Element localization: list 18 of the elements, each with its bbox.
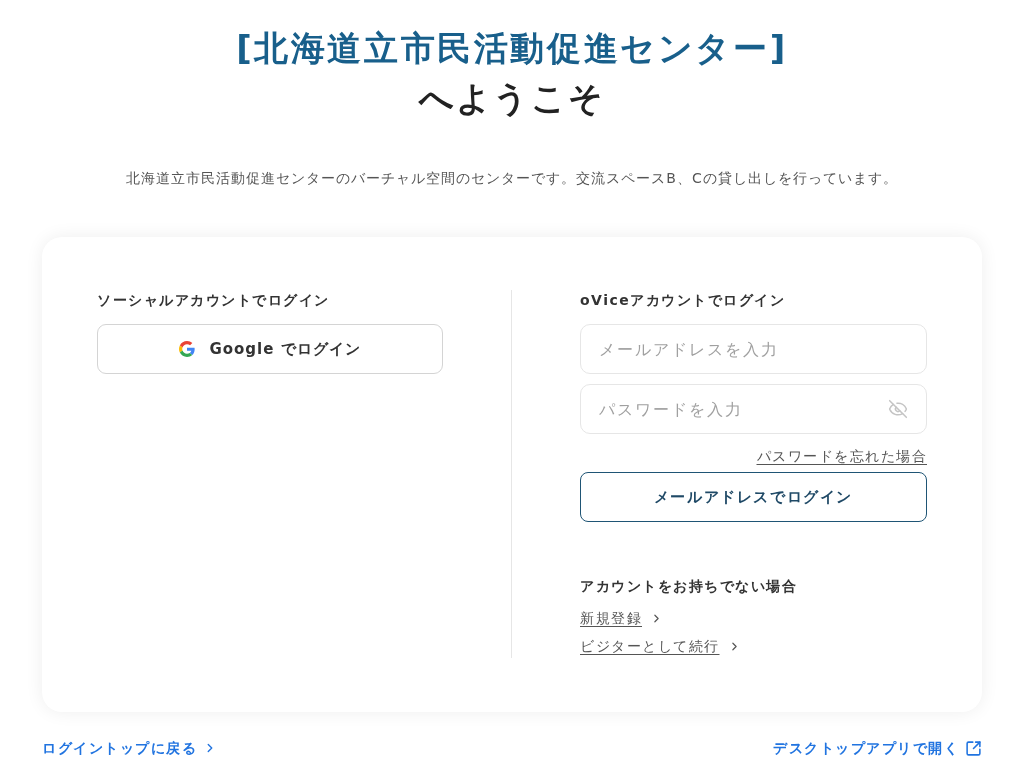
account-option-link[interactable]: 新規登録 bbox=[580, 608, 642, 628]
account-option-link[interactable]: ビジターとして続行 bbox=[580, 636, 720, 656]
open-desktop-app-link[interactable]: デスクトップアプリで開く bbox=[773, 738, 982, 758]
page-title: [北海道立市民活動促進センター] bbox=[236, 27, 788, 70]
eye-slash-icon[interactable] bbox=[888, 399, 908, 419]
external-link-icon bbox=[965, 739, 982, 757]
back-to-login-top-link[interactable]: ログイントップに戻る bbox=[42, 738, 217, 758]
account-login-heading: oViceアカウントでログイン bbox=[580, 291, 787, 310]
email-login-button[interactable]: メールアドレスでログイン bbox=[580, 472, 927, 522]
google-login-button[interactable]: Google でログイン bbox=[97, 324, 443, 374]
no-account-heading: アカウントをお持ちでない場合 bbox=[580, 577, 798, 596]
social-login-heading: ソーシャルアカウントでログイン bbox=[97, 291, 331, 310]
forgot-password-link[interactable]: パスワードを忘れた場合 bbox=[756, 446, 927, 466]
email-field[interactable]: メールアドレスを入力 bbox=[580, 324, 927, 374]
space-description: 北海道立市民活動促進センターのバーチャル空間のセンターです。交流スペースB、Cの貸し出しを行っています。 bbox=[126, 169, 898, 188]
welcome-heading: へようこそ bbox=[418, 77, 606, 120]
google-g-icon bbox=[179, 341, 196, 357]
password-field[interactable]: パスワードを入力 bbox=[580, 384, 927, 434]
